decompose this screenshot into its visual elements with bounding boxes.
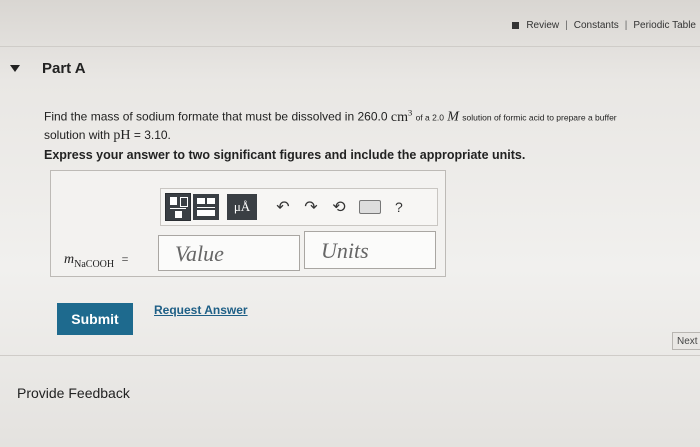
review-icon bbox=[512, 22, 520, 29]
templates-button[interactable] bbox=[165, 193, 219, 221]
help-icon[interactable]: ? bbox=[395, 199, 403, 215]
provide-feedback-link[interactable]: Provide Feedback bbox=[17, 385, 130, 401]
reset-icon[interactable]: ⟲ bbox=[325, 197, 353, 217]
value-input[interactable]: Value bbox=[158, 235, 300, 271]
collapse-triangle-icon[interactable] bbox=[10, 65, 20, 72]
fraction-template-icon bbox=[193, 194, 219, 220]
units-button[interactable]: μÅ bbox=[227, 194, 257, 220]
question-text: Find the mass of sodium formate that mus… bbox=[44, 104, 684, 144]
part-header[interactable]: Part A bbox=[10, 60, 86, 77]
template-icon bbox=[165, 193, 191, 221]
next-button[interactable]: Next bbox=[672, 332, 700, 350]
divider bbox=[0, 355, 700, 356]
redo-icon[interactable]: ↷ bbox=[297, 197, 325, 217]
periodic-table-link[interactable]: Periodic Table bbox=[633, 20, 696, 31]
ph-label: pH bbox=[113, 127, 131, 143]
request-answer-link[interactable]: Request Answer bbox=[154, 303, 248, 317]
separator: | bbox=[624, 20, 628, 31]
units-input[interactable]: Units bbox=[304, 231, 436, 269]
submit-button[interactable]: Submit bbox=[57, 303, 133, 335]
instruction: Express your answer to two significant f… bbox=[44, 148, 526, 162]
question-text-end: solution of formic acid to prepare a buf… bbox=[462, 112, 617, 123]
math-toolbar: μÅ ↶ ↷ ⟲ ? bbox=[160, 188, 438, 226]
ph-value: = 3.10. bbox=[133, 127, 171, 142]
constants-link[interactable]: Constants bbox=[574, 20, 619, 31]
molarity-symbol: M bbox=[447, 109, 459, 125]
top-links: Review | Constants | Periodic Table bbox=[512, 20, 696, 31]
question-text-start: Find the mass of sodium formate that mus… bbox=[44, 109, 388, 124]
question-text-middle: of a 2.0 bbox=[415, 112, 444, 123]
divider bbox=[0, 46, 700, 47]
question-line2-start: solution with bbox=[44, 127, 111, 142]
keyboard-icon[interactable] bbox=[359, 200, 381, 214]
review-link[interactable]: Review bbox=[526, 20, 559, 31]
part-title: Part A bbox=[42, 60, 86, 77]
separator: | bbox=[565, 20, 568, 31]
answer-variable: mNaCOOH = bbox=[64, 252, 129, 270]
volume-unit: cm3 bbox=[390, 107, 413, 125]
undo-icon[interactable]: ↶ bbox=[269, 197, 297, 217]
